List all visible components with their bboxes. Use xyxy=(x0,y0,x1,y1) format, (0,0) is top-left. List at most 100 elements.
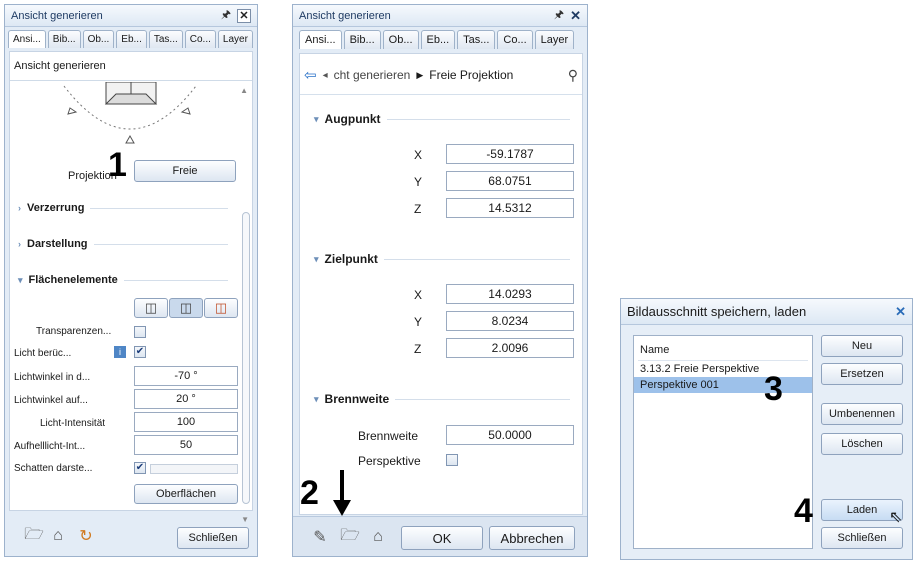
zielpunkt-x-field[interactable]: 14.0293 xyxy=(446,284,574,304)
augpunkt-y-field[interactable]: 68.0751 xyxy=(446,171,574,191)
schliessen-button[interactable]: Schließen xyxy=(177,527,249,549)
zielpunkt-x-label: X xyxy=(414,288,423,302)
section-darstellung[interactable]: › Darstellung xyxy=(18,238,228,250)
view-panel-left: Ansicht generieren 🖈 ✕ Ansi... Bib... Ob… xyxy=(4,4,258,557)
open-folder-star-icon[interactable]: 🗁 xyxy=(23,525,45,547)
scrollbar[interactable] xyxy=(242,212,250,504)
open-folder-star-icon[interactable]: 🗁 xyxy=(339,526,361,548)
tab-connect[interactable]: Co... xyxy=(184,30,216,48)
panel-content: Ansicht generieren ▲ Projektion Freie › … xyxy=(9,51,253,511)
dialog-bildausschnitt: Bildausschnitt speichern, laden ✕ Name 3… xyxy=(620,298,913,560)
down-arrow-icon xyxy=(333,470,351,516)
breadcrumb-current[interactable]: Freie Projektion xyxy=(429,68,513,82)
schatten-checkbox[interactable]: ✔ xyxy=(134,462,146,474)
augpunkt-z-label: Z xyxy=(414,202,422,216)
projektion-button[interactable]: Freie xyxy=(134,160,236,182)
augpunkt-x-label: X xyxy=(414,148,423,162)
close-icon[interactable]: ✕ xyxy=(237,8,251,23)
tab-layer[interactable]: Layer xyxy=(534,30,575,49)
section-verzerrung[interactable]: › Verzerrung xyxy=(18,202,228,214)
perspektive-label: Perspektive xyxy=(358,454,421,468)
aufhelllicht-field[interactable]: 50 xyxy=(134,435,238,455)
neu-button[interactable]: Neu xyxy=(821,335,903,357)
list-item-selected[interactable]: Perspektive 001 xyxy=(634,377,812,393)
tab-tasks[interactable]: Tas... xyxy=(457,30,496,49)
breadcrumb-item[interactable]: cht generieren xyxy=(334,68,411,82)
close-icon[interactable]: ✕ xyxy=(570,8,581,24)
panel-title: Ansicht generieren xyxy=(299,9,391,22)
zielpunkt-z-label: Z xyxy=(414,342,422,356)
tab-bibliothek[interactable]: Bib... xyxy=(343,30,381,49)
tab-bibliothek[interactable]: Bib... xyxy=(47,30,81,48)
panel-titlebar: Ansicht generieren 🖈 ✕ xyxy=(5,5,257,27)
scroll-down-icon[interactable]: ▼ xyxy=(241,515,249,524)
info-icon[interactable]: i xyxy=(114,346,126,358)
brennweite-field[interactable]: 50.0000 xyxy=(446,425,574,445)
save-star-icon[interactable]: ⌂ xyxy=(367,526,389,548)
chevron-down-icon: ▾ xyxy=(18,274,23,285)
perspektive-checkbox[interactable] xyxy=(446,454,458,466)
name-list[interactable]: Name 3.13.2 Freie Perspektive Perspektiv… xyxy=(633,335,813,549)
lichtwinkel-auf-label: Lichtwinkel auf... xyxy=(14,395,88,406)
licht-checkbox[interactable]: ✔ xyxy=(134,346,146,358)
section-brennweite[interactable]: ▾ Brennweite xyxy=(314,392,570,406)
search-icon[interactable]: ⚲ xyxy=(568,67,578,84)
surface-mode-1-button[interactable]: ◫ xyxy=(134,298,168,318)
loeschen-button[interactable]: Löschen xyxy=(821,433,903,455)
ok-button[interactable]: OK xyxy=(401,526,483,550)
panel-title: Ansicht generieren xyxy=(11,9,103,22)
tab-ansicht[interactable]: Ansi... xyxy=(299,30,342,49)
abbrechen-button[interactable]: Abbrechen xyxy=(489,526,575,550)
back-arrow-icon[interactable]: ⇦ xyxy=(304,66,317,84)
schatten-slider[interactable] xyxy=(150,464,238,474)
lichtwinkel-field[interactable]: -70 ° xyxy=(134,366,238,386)
tab-layer[interactable]: Layer xyxy=(217,30,253,48)
tab-tasks[interactable]: Tas... xyxy=(148,30,183,48)
tab-objekte[interactable]: Ob... xyxy=(82,30,115,48)
licht-intensitaet-label: Licht-Intensität xyxy=(40,418,106,429)
tab-ebenen[interactable]: Eb... xyxy=(420,30,456,49)
tab-ebenen[interactable]: Eb... xyxy=(116,30,147,48)
tab-strip: Ansi... Bib... Ob... Eb... Tas... Co... … xyxy=(293,27,587,49)
augpunkt-z-field[interactable]: 14.5312 xyxy=(446,198,574,218)
section-zielpunkt[interactable]: ▾ Zielpunkt xyxy=(314,252,570,266)
chevron-right-icon: › xyxy=(18,203,21,213)
breadcrumb-left-icon[interactable]: ◂ xyxy=(323,70,328,81)
oberflaechen-button[interactable]: Oberflächen xyxy=(134,484,238,504)
scroll-up-icon[interactable]: ▲ xyxy=(240,86,248,95)
lichtwinkel-label: Lichtwinkel in d... xyxy=(14,372,91,383)
eyedropper-icon[interactable]: ✎ xyxy=(309,526,331,548)
tab-connect[interactable]: Co... xyxy=(497,30,533,49)
tab-objekte[interactable]: Ob... xyxy=(382,30,419,49)
list-header[interactable]: Name xyxy=(634,336,812,360)
pin-icon[interactable]: 🖈 xyxy=(221,6,231,25)
zielpunkt-z-field[interactable]: 2.0096 xyxy=(446,338,574,358)
step-marker-1: 1 xyxy=(108,146,127,184)
mouse-cursor-icon: ⇖ xyxy=(889,509,903,526)
refresh-icon[interactable]: ↻ xyxy=(75,525,97,547)
view-orientation-graphic[interactable] xyxy=(50,82,210,152)
step-marker-4: 4 xyxy=(794,492,813,530)
umbenennen-button[interactable]: Umbenennen xyxy=(821,403,903,425)
augpunkt-x-field[interactable]: -59.1787 xyxy=(446,144,574,164)
section-augpunkt[interactable]: ▾ Augpunkt xyxy=(314,112,570,126)
lichtwinkel-auf-field[interactable]: 20 ° xyxy=(134,389,238,409)
dialog-titlebar: Bildausschnitt speichern, laden ✕ xyxy=(621,299,912,325)
save-star-icon[interactable]: ⌂ xyxy=(47,525,69,547)
chevron-right-icon: › xyxy=(18,239,21,249)
list-item[interactable]: 3.13.2 Freie Perspektive xyxy=(634,361,812,377)
licht-intensitaet-field[interactable]: 100 xyxy=(134,412,238,432)
section-flaechenelemente[interactable]: ▾ Flächenelemente xyxy=(18,274,228,286)
zielpunkt-y-label: Y xyxy=(414,315,423,329)
pin-icon[interactable]: 🖈 xyxy=(554,6,564,25)
close-icon[interactable]: ✕ xyxy=(895,304,906,320)
transparenzen-checkbox[interactable] xyxy=(134,326,146,338)
surface-mode-3-button[interactable]: ◫ xyxy=(204,298,238,318)
schliessen-button[interactable]: Schließen xyxy=(821,527,903,549)
zielpunkt-y-field[interactable]: 8.0234 xyxy=(446,311,574,331)
panel-content: ⇦ ◂ cht generieren ▶ Freie Projektion ⚲ … xyxy=(299,53,583,515)
surface-mode-2-button[interactable]: ◫ xyxy=(169,298,203,318)
ersetzen-button[interactable]: Ersetzen xyxy=(821,363,903,385)
chevron-down-icon: ▾ xyxy=(314,393,319,404)
tab-ansicht[interactable]: Ansi... xyxy=(8,30,46,48)
